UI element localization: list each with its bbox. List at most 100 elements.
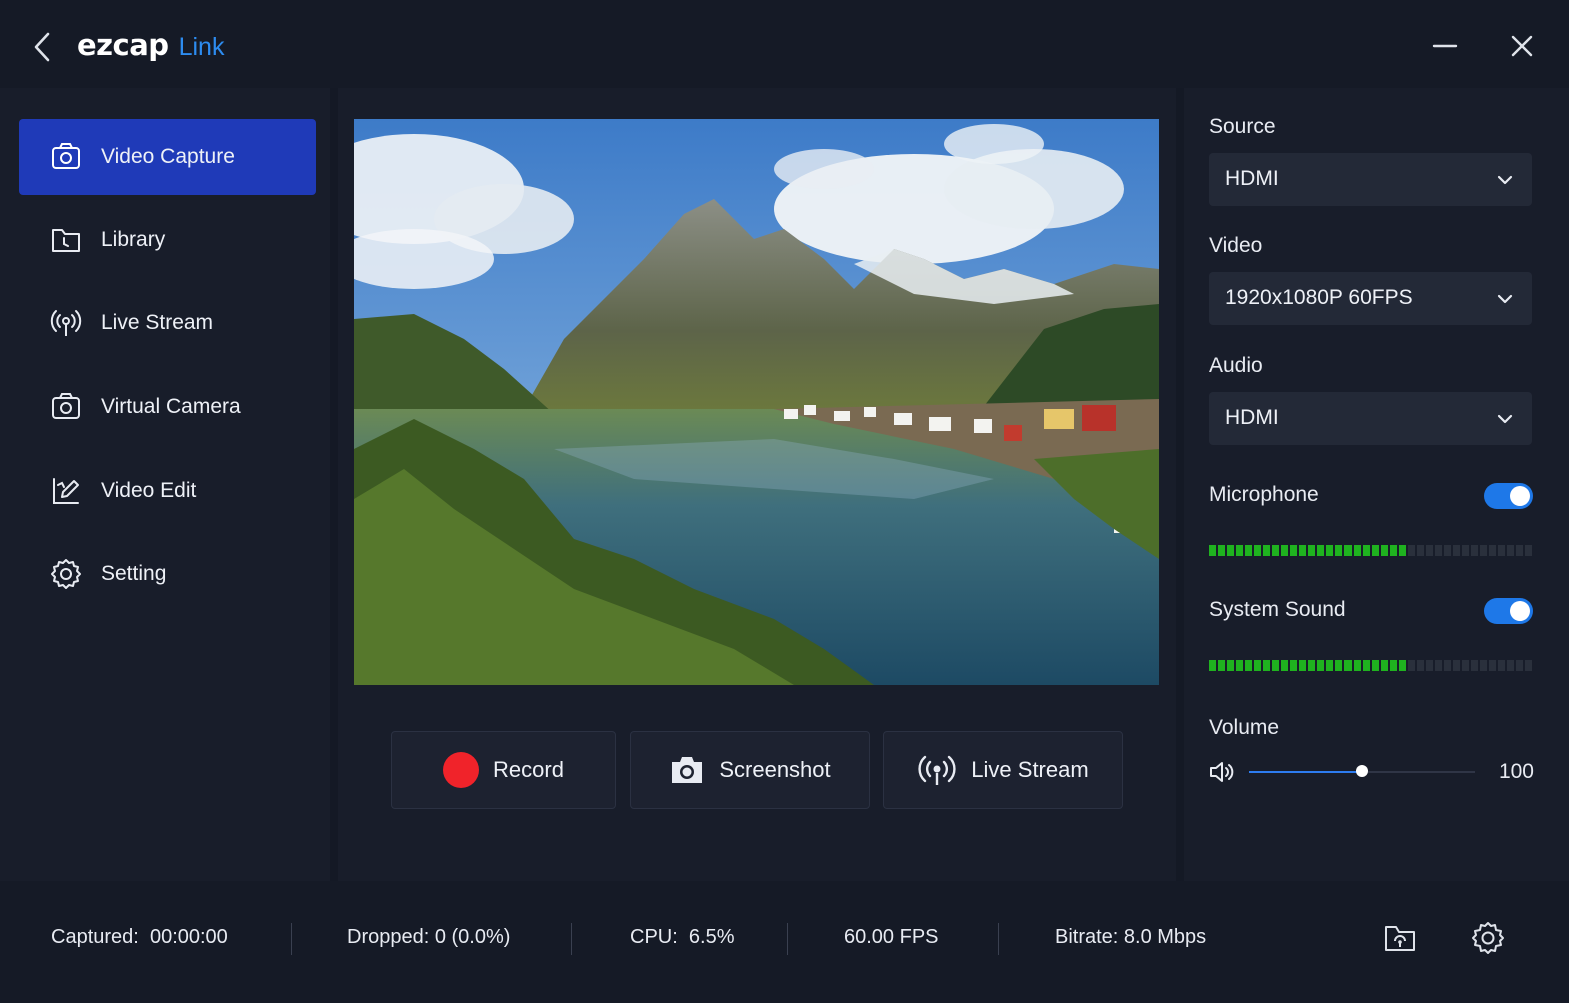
sidebar-item-video-capture[interactable]: Video Capture — [19, 119, 316, 195]
meter-segment — [1209, 660, 1217, 671]
meter-segment — [1407, 545, 1415, 556]
camera-icon — [52, 143, 80, 169]
cpu-usage: CPU: 6.5% — [630, 926, 735, 948]
volume-slider[interactable] — [1249, 760, 1475, 784]
record-dot-icon — [443, 752, 480, 788]
meter-segment — [1425, 660, 1433, 671]
meter-segment — [1308, 545, 1316, 556]
broadcast-icon — [50, 310, 82, 336]
sidebar-item-library[interactable]: Library — [19, 202, 316, 278]
sidebar-item-label: Setting — [101, 562, 167, 585]
meter-segment — [1218, 545, 1226, 556]
volume-label: Volume — [1209, 716, 1280, 739]
meter-segment — [1516, 660, 1524, 671]
bitrate-readout: Bitrate: 8.0 Mbps — [1055, 926, 1207, 948]
speaker-icon[interactable] — [1209, 760, 1237, 784]
folder-icon[interactable] — [1383, 921, 1417, 955]
meter-segment — [1452, 660, 1460, 671]
meter-segment — [1281, 660, 1289, 671]
captured-time: Captured: 00:00:00 — [51, 926, 228, 948]
meter-segment — [1407, 660, 1415, 671]
back-arrow-icon[interactable] — [30, 30, 56, 64]
camera-icon — [52, 393, 80, 419]
sidebar-item-live-stream[interactable]: Live Stream — [19, 285, 316, 361]
screenshot-button[interactable]: Screenshot — [630, 731, 870, 809]
meter-segment — [1380, 660, 1388, 671]
video-dropdown[interactable]: 1920x1080P 60FPS — [1209, 272, 1532, 325]
source-dropdown-value: HDMI — [1225, 167, 1279, 190]
sidebar: Video Capture Library Live Stream Virtua… — [0, 88, 330, 881]
close-icon[interactable] — [1504, 28, 1540, 64]
volume-slider-fill — [1249, 771, 1362, 773]
meter-segment — [1371, 660, 1379, 671]
microphone-label: Microphone — [1209, 483, 1319, 506]
sidebar-item-virtual-camera[interactable]: Virtual Camera — [19, 369, 316, 445]
source-dropdown[interactable]: HDMI — [1209, 153, 1532, 206]
meter-segment — [1479, 660, 1487, 671]
meter-segment — [1398, 660, 1406, 671]
audio-dropdown[interactable]: HDMI — [1209, 392, 1532, 445]
meter-segment — [1389, 545, 1397, 556]
meter-segment — [1236, 545, 1244, 556]
meter-segment — [1398, 545, 1406, 556]
meter-segment — [1299, 660, 1307, 671]
meter-segment — [1344, 545, 1352, 556]
video-preview — [354, 119, 1159, 685]
preview-panel: Record Screenshot Live Stream — [338, 88, 1176, 881]
meter-segment — [1272, 545, 1280, 556]
meter-segment — [1416, 545, 1424, 556]
meter-segment — [1461, 660, 1469, 671]
video-label: Video — [1209, 234, 1263, 257]
meter-segment — [1263, 545, 1271, 556]
audio-label: Audio — [1209, 354, 1263, 377]
meter-segment — [1317, 660, 1325, 671]
sidebar-item-label: Library — [101, 228, 166, 251]
meter-segment — [1344, 660, 1352, 671]
record-button-label: Record — [493, 757, 564, 782]
microphone-toggle[interactable] — [1484, 483, 1533, 509]
meter-segment — [1245, 545, 1253, 556]
camera-icon — [672, 757, 703, 783]
meter-segment — [1371, 545, 1379, 556]
meter-segment — [1218, 660, 1226, 671]
record-button[interactable]: Record — [391, 731, 616, 809]
status-bar: Captured: 00:00:00 Dropped: 0 (0.0%) CPU… — [0, 881, 1569, 1003]
meter-segment — [1380, 545, 1388, 556]
meter-segment — [1461, 545, 1469, 556]
sidebar-item-setting[interactable]: Setting — [19, 536, 316, 612]
meter-segment — [1335, 545, 1343, 556]
video-dropdown-value: 1920x1080P 60FPS — [1225, 286, 1413, 309]
meter-segment — [1452, 545, 1460, 556]
meter-segment — [1227, 545, 1235, 556]
source-label: Source — [1209, 115, 1276, 138]
meter-segment — [1362, 545, 1370, 556]
broadcast-icon — [918, 755, 956, 785]
meter-segment — [1254, 545, 1262, 556]
meter-segment — [1525, 660, 1533, 671]
app-logo: ezcap Link — [77, 28, 224, 68]
system-sound-label: System Sound — [1209, 598, 1346, 621]
meter-segment — [1272, 660, 1280, 671]
meter-segment — [1507, 545, 1515, 556]
meter-segment — [1498, 545, 1506, 556]
meter-segment — [1335, 660, 1343, 671]
system-sound-toggle[interactable] — [1484, 598, 1533, 624]
status-divider — [787, 923, 788, 955]
live-stream-button[interactable]: Live Stream — [883, 731, 1123, 809]
status-divider — [291, 923, 292, 955]
meter-segment — [1227, 660, 1235, 671]
meter-segment — [1326, 545, 1334, 556]
status-divider — [571, 923, 572, 955]
sidebar-item-label: Video Edit — [101, 479, 197, 502]
audio-dropdown-value: HDMI — [1225, 406, 1279, 429]
meter-segment — [1326, 660, 1334, 671]
meter-segment — [1443, 545, 1451, 556]
gear-icon[interactable] — [1471, 921, 1505, 955]
meter-segment — [1488, 545, 1496, 556]
settings-panel: Source HDMI Video 1920x1080P 60FPS Audio… — [1184, 88, 1569, 881]
folder-icon — [52, 229, 80, 252]
sidebar-item-video-edit[interactable]: Video Edit — [19, 453, 316, 529]
volume-slider-thumb[interactable] — [1356, 765, 1368, 777]
meter-segment — [1299, 545, 1307, 556]
minimize-icon[interactable] — [1426, 28, 1462, 64]
